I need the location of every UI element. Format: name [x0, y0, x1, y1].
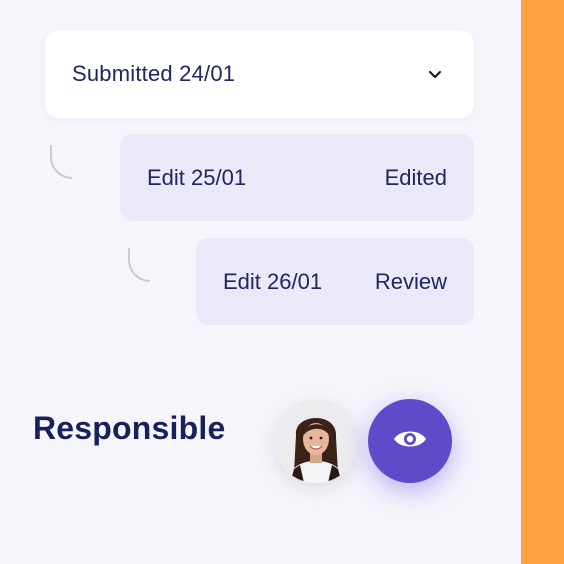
history-item-label: Edit 26/01 — [223, 268, 323, 294]
responsible-label: Responsible — [33, 410, 226, 446]
eye-icon — [392, 427, 428, 456]
status-dropdown-label: Submitted 24/01 — [72, 61, 236, 86]
history-item[interactable]: Edit 25/01 Edited — [120, 134, 474, 221]
history-connector — [50, 145, 72, 179]
history-connector — [128, 248, 150, 282]
history-item[interactable]: Edit 26/01 Review — [196, 238, 474, 325]
side-accent-strip — [521, 0, 564, 564]
history-item-status: Edited — [384, 164, 447, 190]
history-item-label: Edit 25/01 — [147, 164, 247, 190]
history-item-status: Review — [374, 268, 447, 294]
avatar[interactable] — [274, 399, 358, 483]
chevron-down-icon[interactable] — [427, 66, 443, 82]
view-button[interactable] — [368, 399, 452, 483]
status-dropdown[interactable]: Submitted 24/01 — [45, 30, 474, 118]
